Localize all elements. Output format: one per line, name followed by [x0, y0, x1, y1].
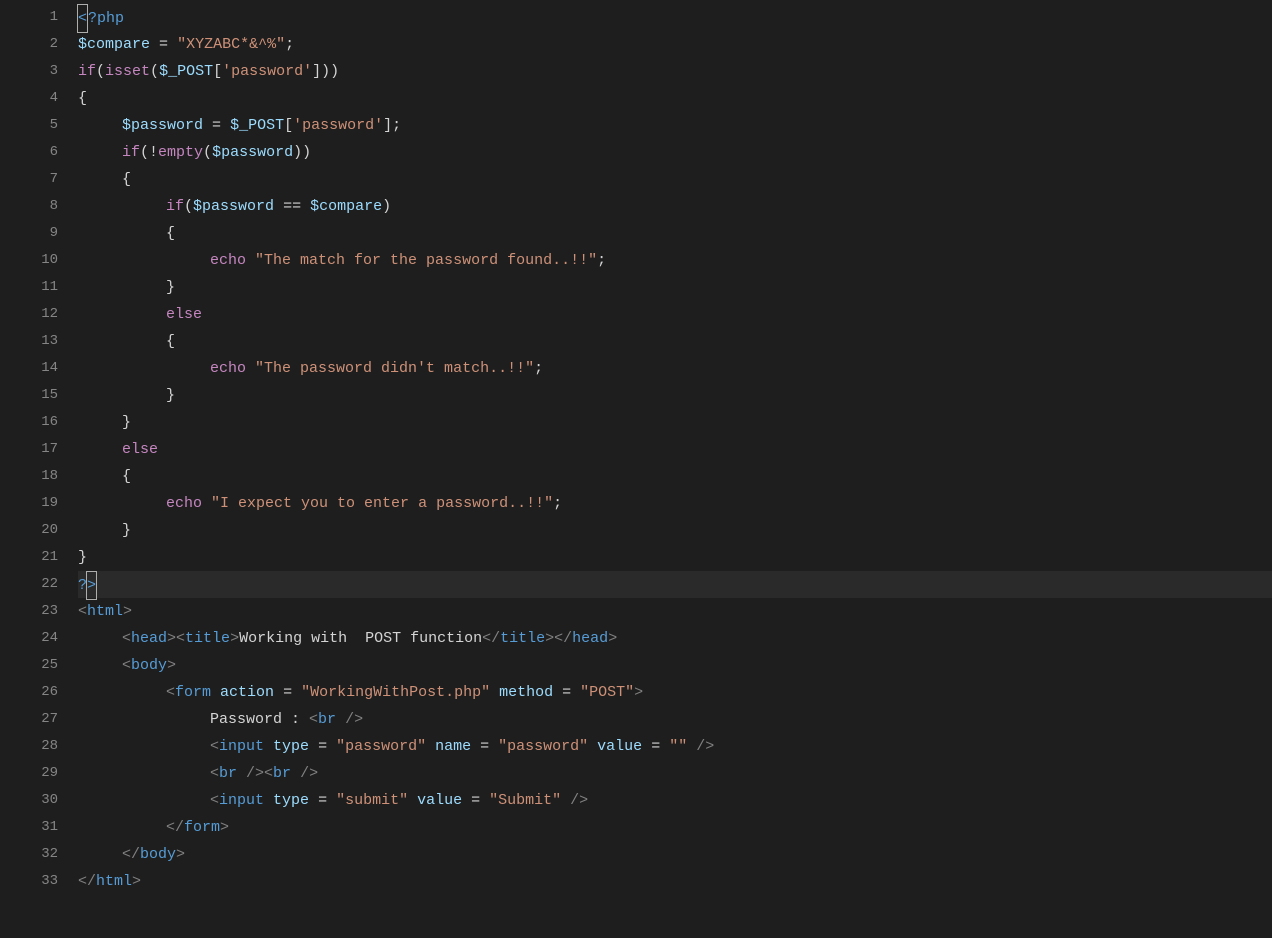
line-number: 30: [0, 787, 58, 814]
line-number: 18: [0, 463, 58, 490]
line-number: 9: [0, 220, 58, 247]
line-number: 15: [0, 382, 58, 409]
line-number: 6: [0, 139, 58, 166]
line-number: 7: [0, 166, 58, 193]
code-line[interactable]: <body>: [78, 652, 1272, 679]
line-number: 3: [0, 58, 58, 85]
line-number: 23: [0, 598, 58, 625]
code-line[interactable]: <html>: [78, 598, 1272, 625]
line-number: 17: [0, 436, 58, 463]
code-line[interactable]: if(isset($_POST['password'])): [78, 58, 1272, 85]
line-number: 1: [0, 4, 58, 31]
code-line[interactable]: $password = $_POST['password'];: [78, 112, 1272, 139]
code-line[interactable]: }: [78, 544, 1272, 571]
line-number: 8: [0, 193, 58, 220]
line-number: 11: [0, 274, 58, 301]
code-line[interactable]: {: [78, 328, 1272, 355]
line-number: 19: [0, 490, 58, 517]
line-number: 4: [0, 85, 58, 112]
code-line[interactable]: {: [78, 166, 1272, 193]
code-line[interactable]: echo "The password didn't match..!!";: [78, 355, 1272, 382]
line-number-gutter: 1234567891011121314151617181920212223242…: [0, 0, 78, 938]
code-line[interactable]: <input type = "password" name = "passwor…: [78, 733, 1272, 760]
code-line[interactable]: <br /><br />: [78, 760, 1272, 787]
line-number: 33: [0, 868, 58, 895]
code-line[interactable]: if($password == $compare): [78, 193, 1272, 220]
line-number: 2: [0, 31, 58, 58]
code-line[interactable]: ?>: [78, 571, 1272, 598]
line-number: 32: [0, 841, 58, 868]
line-number: 29: [0, 760, 58, 787]
line-number: 28: [0, 733, 58, 760]
code-line[interactable]: else: [78, 301, 1272, 328]
line-number: 24: [0, 625, 58, 652]
line-number: 5: [0, 112, 58, 139]
line-number: 10: [0, 247, 58, 274]
code-line[interactable]: <input type = "submit" value = "Submit" …: [78, 787, 1272, 814]
code-content[interactable]: <?php$compare = "XYZABC*&^%";if(isset($_…: [78, 0, 1272, 938]
code-line[interactable]: </form>: [78, 814, 1272, 841]
line-number: 16: [0, 409, 58, 436]
line-number: 13: [0, 328, 58, 355]
code-line[interactable]: </html>: [78, 868, 1272, 895]
code-line[interactable]: <form action = "WorkingWithPost.php" met…: [78, 679, 1272, 706]
code-line[interactable]: {: [78, 220, 1272, 247]
code-line[interactable]: $compare = "XYZABC*&^%";: [78, 31, 1272, 58]
line-number: 26: [0, 679, 58, 706]
line-number: 31: [0, 814, 58, 841]
code-line[interactable]: }: [78, 382, 1272, 409]
code-editor[interactable]: 1234567891011121314151617181920212223242…: [0, 0, 1272, 938]
code-line[interactable]: if(!empty($password)): [78, 139, 1272, 166]
code-line[interactable]: <?php: [78, 4, 1272, 31]
code-line[interactable]: {: [78, 463, 1272, 490]
line-number: 25: [0, 652, 58, 679]
code-line[interactable]: </body>: [78, 841, 1272, 868]
code-line[interactable]: echo "I expect you to enter a password..…: [78, 490, 1272, 517]
line-number: 21: [0, 544, 58, 571]
code-line[interactable]: Password : <br />: [78, 706, 1272, 733]
line-number: 14: [0, 355, 58, 382]
code-line[interactable]: else: [78, 436, 1272, 463]
code-line[interactable]: }: [78, 274, 1272, 301]
code-line[interactable]: }: [78, 409, 1272, 436]
line-number: 12: [0, 301, 58, 328]
line-number: 20: [0, 517, 58, 544]
code-line[interactable]: }: [78, 517, 1272, 544]
code-line[interactable]: {: [78, 85, 1272, 112]
code-line[interactable]: <head><title>Working with POST function<…: [78, 625, 1272, 652]
line-number: 22: [0, 571, 58, 598]
line-number: 27: [0, 706, 58, 733]
code-line[interactable]: echo "The match for the password found..…: [78, 247, 1272, 274]
